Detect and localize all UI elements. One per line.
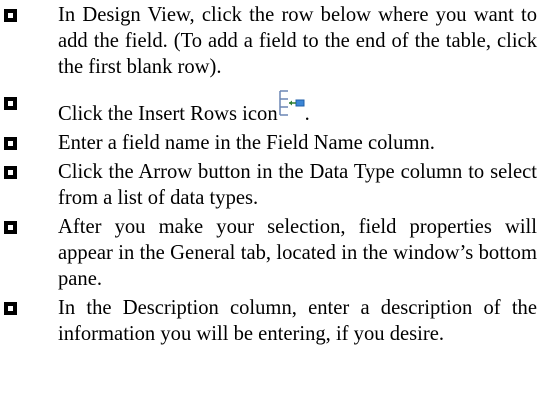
- square-bullet-icon: [4, 302, 17, 315]
- step-text: Enter a field name in the Field Name col…: [58, 132, 435, 154]
- step-text: In the Description column, enter a descr…: [58, 297, 537, 345]
- square-bullet-icon: [4, 221, 17, 234]
- step-text: In Design View, click the row below wher…: [58, 4, 537, 78]
- list-item: In Design View, click the row below wher…: [0, 2, 539, 80]
- step-text: Click the Insert Rows icon: [58, 103, 278, 125]
- list-item: Click the Arrow button in the Data Type …: [0, 159, 539, 211]
- instruction-list: In Design View, click the row below wher…: [0, 2, 539, 350]
- square-bullet-icon: [4, 137, 17, 150]
- list-item: Enter a field name in the Field Name col…: [0, 130, 539, 156]
- list-item: In the Description column, enter a descr…: [0, 295, 539, 347]
- step-text: Click the Arrow button in the Data Type …: [58, 161, 537, 209]
- step-text: After you make your selection, field pro…: [58, 216, 537, 290]
- list-item: After you make your selection, field pro…: [0, 214, 539, 292]
- square-bullet-icon: [4, 166, 17, 179]
- square-bullet-icon: [4, 9, 17, 22]
- insert-rows-icon: [278, 90, 305, 116]
- square-bullet-icon: [4, 97, 17, 110]
- list-item: Click the Insert Rows icon .: [0, 90, 539, 127]
- step-text-end: .: [304, 103, 310, 125]
